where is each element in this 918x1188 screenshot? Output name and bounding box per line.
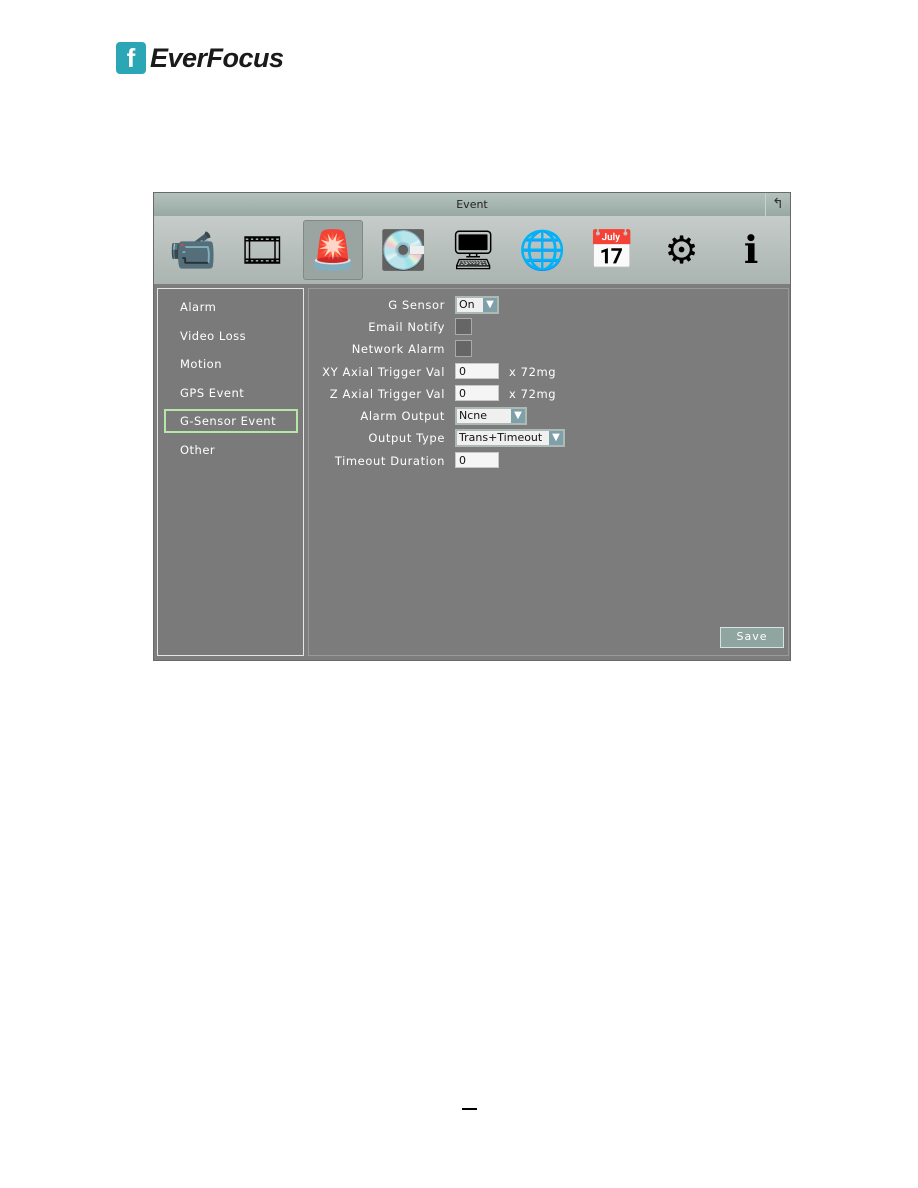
sidebar-item-g-sensor-event[interactable]: G-Sensor Event bbox=[164, 409, 298, 433]
email-notify-checkbox[interactable] bbox=[455, 318, 472, 335]
monitor-icon[interactable]: 🖥 bbox=[444, 221, 502, 279]
page-footer-line bbox=[462, 1108, 477, 1110]
everfocus-logo: f EverFocus bbox=[116, 42, 284, 74]
z-trigger-label: Z Axial Trigger Val bbox=[329, 387, 445, 401]
film-reel-icon[interactable]: 🎞 bbox=[233, 221, 291, 279]
save-button[interactable]: Save bbox=[720, 627, 784, 648]
network-alarm-checkbox[interactable] bbox=[455, 340, 472, 357]
chevron-down-icon: ▼ bbox=[483, 298, 497, 312]
xy-trigger-input[interactable]: 0 bbox=[455, 363, 499, 379]
logo-mark-icon: f bbox=[116, 42, 146, 74]
alarm-siren-icon[interactable]: 🚨 bbox=[302, 220, 363, 280]
camera-icon[interactable]: 📹 bbox=[164, 221, 222, 279]
chevron-down-icon: ▼ bbox=[549, 431, 563, 445]
info-icon[interactable]: ℹ bbox=[722, 221, 780, 279]
sidebar-item-motion[interactable]: Motion bbox=[164, 352, 298, 376]
logo-text: EverFocus bbox=[150, 42, 284, 73]
sidebar-item-gps-event[interactable]: GPS Event bbox=[164, 381, 298, 405]
g-sensor-value: On bbox=[459, 298, 475, 311]
gear-icon[interactable]: ⚙ bbox=[653, 221, 711, 279]
output-type-dropdown[interactable]: Trans+Timeout ▼ bbox=[455, 429, 565, 447]
hard-disk-icon[interactable]: 💽 bbox=[374, 221, 432, 279]
sidebar-item-alarm[interactable]: Alarm bbox=[164, 295, 298, 319]
alarm-output-value: Ncne bbox=[459, 409, 488, 422]
sidebar-item-video-loss[interactable]: Video Loss bbox=[164, 324, 298, 348]
alarm-output-dropdown[interactable]: Ncne ▼ bbox=[455, 407, 527, 425]
g-sensor-dropdown[interactable]: On ▼ bbox=[455, 296, 499, 314]
timeout-duration-label: Timeout Duration bbox=[334, 454, 445, 468]
network-alarm-label: Network Alarm bbox=[351, 342, 445, 356]
main-menu-toolbar: 📹 🎞 🚨 💽 🖥 🌐 📅 ⚙ ℹ bbox=[154, 216, 790, 284]
g-sensor-label: G Sensor bbox=[388, 298, 445, 312]
event-settings-window: Event ↰ 📹 🎞 🚨 💽 🖥 🌐 📅 ⚙ ℹ Alarm Video Lo… bbox=[153, 192, 791, 661]
window-title: Event bbox=[456, 198, 488, 211]
sidebar-item-other[interactable]: Other bbox=[164, 438, 298, 462]
output-type-value: Trans+Timeout bbox=[459, 431, 543, 444]
email-notify-label: Email Notify bbox=[368, 320, 445, 334]
network-globe-icon[interactable]: 🌐 bbox=[514, 221, 572, 279]
output-type-label: Output Type bbox=[368, 431, 445, 445]
xy-trigger-label: XY Axial Trigger Val bbox=[322, 365, 445, 379]
xy-trigger-unit: x 72mg bbox=[509, 365, 557, 379]
back-button[interactable]: ↰ bbox=[765, 193, 790, 216]
undo-arrow-icon: ↰ bbox=[772, 196, 784, 212]
chevron-down-icon: ▼ bbox=[511, 409, 525, 423]
timeout-duration-input[interactable]: 0 bbox=[455, 452, 499, 468]
clock-calendar-icon[interactable]: 📅 bbox=[583, 221, 641, 279]
z-trigger-input[interactable]: 0 bbox=[455, 385, 499, 401]
sidebar: Alarm Video Loss Motion GPS Event G-Sens… bbox=[157, 288, 304, 656]
title-bar: Event bbox=[154, 193, 790, 216]
z-trigger-unit: x 72mg bbox=[509, 387, 557, 401]
settings-content: G Sensor On ▼ Email Notify Network Alarm … bbox=[308, 288, 789, 656]
alarm-output-label: Alarm Output bbox=[360, 409, 445, 423]
